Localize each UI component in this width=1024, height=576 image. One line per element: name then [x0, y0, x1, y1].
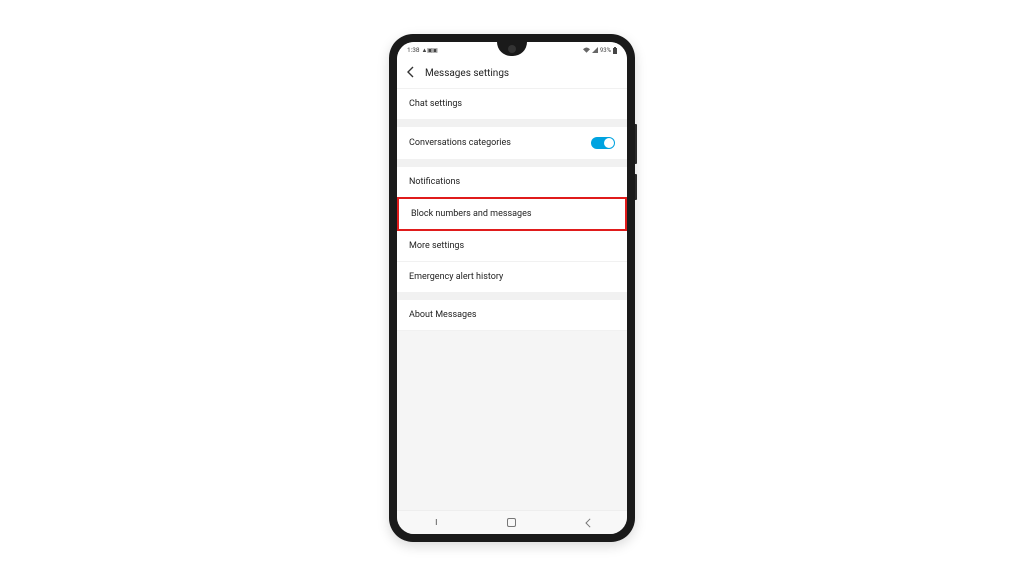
phone-screen: 1:38 ▲▣▣ 93% Messages settings Chat sett… [397, 42, 627, 534]
divider [397, 292, 627, 300]
row-conversations-categories[interactable]: Conversations categories [397, 127, 627, 159]
status-left-icons: ▲▣▣ [422, 47, 438, 54]
signal-icon [592, 47, 598, 53]
row-label: Emergency alert history [409, 272, 503, 282]
row-emergency-alert[interactable]: Emergency alert history [397, 262, 627, 292]
row-more-settings[interactable]: More settings [397, 231, 627, 261]
divider [397, 119, 627, 127]
back-button[interactable] [407, 66, 415, 80]
settings-list: Chat settings Conversations categories N… [397, 88, 627, 331]
chevron-left-icon [585, 518, 592, 528]
nav-home-button[interactable] [492, 518, 532, 527]
divider [397, 159, 627, 167]
row-about-messages[interactable]: About Messages [397, 300, 627, 330]
row-notifications[interactable]: Notifications [397, 167, 627, 197]
home-icon [507, 518, 516, 527]
header: Messages settings [397, 58, 627, 88]
battery-icon [613, 47, 617, 54]
row-label: Chat settings [409, 99, 462, 109]
side-button [635, 174, 637, 200]
row-label: Notifications [409, 177, 460, 187]
row-label: Block numbers and messages [411, 209, 532, 219]
status-time: 1:38 [407, 46, 420, 54]
row-block-numbers[interactable]: Block numbers and messages [397, 197, 627, 231]
phone-frame: 1:38 ▲▣▣ 93% Messages settings Chat sett… [389, 34, 635, 542]
nav-back-button[interactable] [569, 518, 609, 528]
row-label: More settings [409, 241, 464, 251]
row-label: About Messages [409, 310, 476, 320]
page-title: Messages settings [425, 68, 509, 79]
battery-pct: 93% [600, 47, 611, 54]
chevron-left-icon [407, 66, 415, 78]
wifi-icon [583, 47, 590, 53]
nav-bar: I I I [397, 510, 627, 534]
row-chat-settings[interactable]: Chat settings [397, 89, 627, 119]
divider [397, 330, 627, 331]
side-button [635, 124, 637, 164]
toggle-switch[interactable] [591, 137, 615, 149]
nav-recent-button[interactable]: I I I [415, 518, 455, 527]
row-label: Conversations categories [409, 138, 511, 148]
